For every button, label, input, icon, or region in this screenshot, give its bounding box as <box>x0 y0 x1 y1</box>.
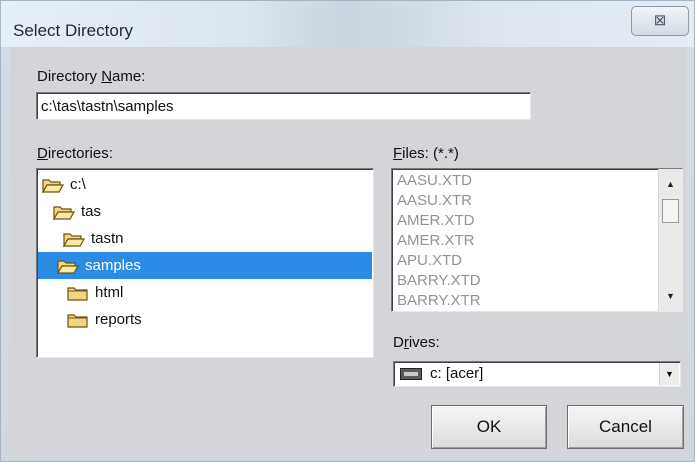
scroll-up-arrow-icon[interactable]: ▲ <box>659 173 682 195</box>
hard-drive-icon <box>400 368 422 380</box>
directories-label: Directories: <box>37 145 113 162</box>
drives-label: Drives: <box>393 334 440 351</box>
directory-item-tastn[interactable]: tastn <box>63 225 124 252</box>
directory-item-c-root[interactable]: c:\ <box>42 171 86 198</box>
cancel-button[interactable]: Cancel <box>567 405 684 449</box>
directory-item-html[interactable]: html <box>67 279 123 306</box>
drives-dropdown[interactable]: c: [acer] ▼ <box>393 361 681 387</box>
directory-item-tas[interactable]: tas <box>53 198 101 225</box>
file-item: AASU.XTD <box>397 172 473 189</box>
closed-folder-icon <box>67 313 88 328</box>
scroll-down-arrow-icon[interactable]: ▼ <box>659 285 682 307</box>
select-directory-dialog: Select Directory ⊠ Directory Name: Direc… <box>0 0 695 462</box>
files-scrollbar[interactable]: ▲ ▼ <box>658 169 682 311</box>
files-list[interactable]: AASU.XTD AASU.XTR AMER.XTD AMER.XTR APU.… <box>391 168 683 312</box>
file-item: BARRY.XTD <box>397 272 481 289</box>
close-icon: ⊠ <box>653 12 667 29</box>
open-folder-icon <box>53 205 75 220</box>
directory-name-label: Directory Name: <box>37 68 146 85</box>
directory-item-samples[interactable]: samples <box>38 252 372 279</box>
file-item: AMER.XTD <box>397 212 475 229</box>
close-button[interactable]: ⊠ <box>631 6 689 36</box>
open-folder-icon <box>42 178 64 193</box>
open-folder-icon <box>57 259 79 274</box>
ok-button[interactable]: OK <box>431 405 547 449</box>
files-label: Files: (*.*) <box>393 145 459 162</box>
directory-name-input[interactable] <box>36 92 531 120</box>
closed-folder-icon <box>67 286 88 301</box>
directories-list[interactable]: c:\ tas tastn samples html reports <box>36 168 374 358</box>
file-item: AMER.XTR <box>397 232 475 249</box>
directory-item-reports[interactable]: reports <box>67 306 142 333</box>
file-item: BARRY.XTR <box>397 292 481 309</box>
file-item: AASU.XTR <box>397 192 473 209</box>
drives-selected-value: c: [acer] <box>430 365 484 382</box>
dropdown-arrow-icon[interactable]: ▼ <box>659 363 679 385</box>
title-bar[interactable]: Select Directory ⊠ <box>1 1 694 47</box>
open-folder-icon <box>63 232 85 247</box>
dialog-title: Select Directory <box>13 21 133 40</box>
file-item: APU.XTD <box>397 252 463 269</box>
scrollbar-thumb[interactable] <box>662 199 679 223</box>
